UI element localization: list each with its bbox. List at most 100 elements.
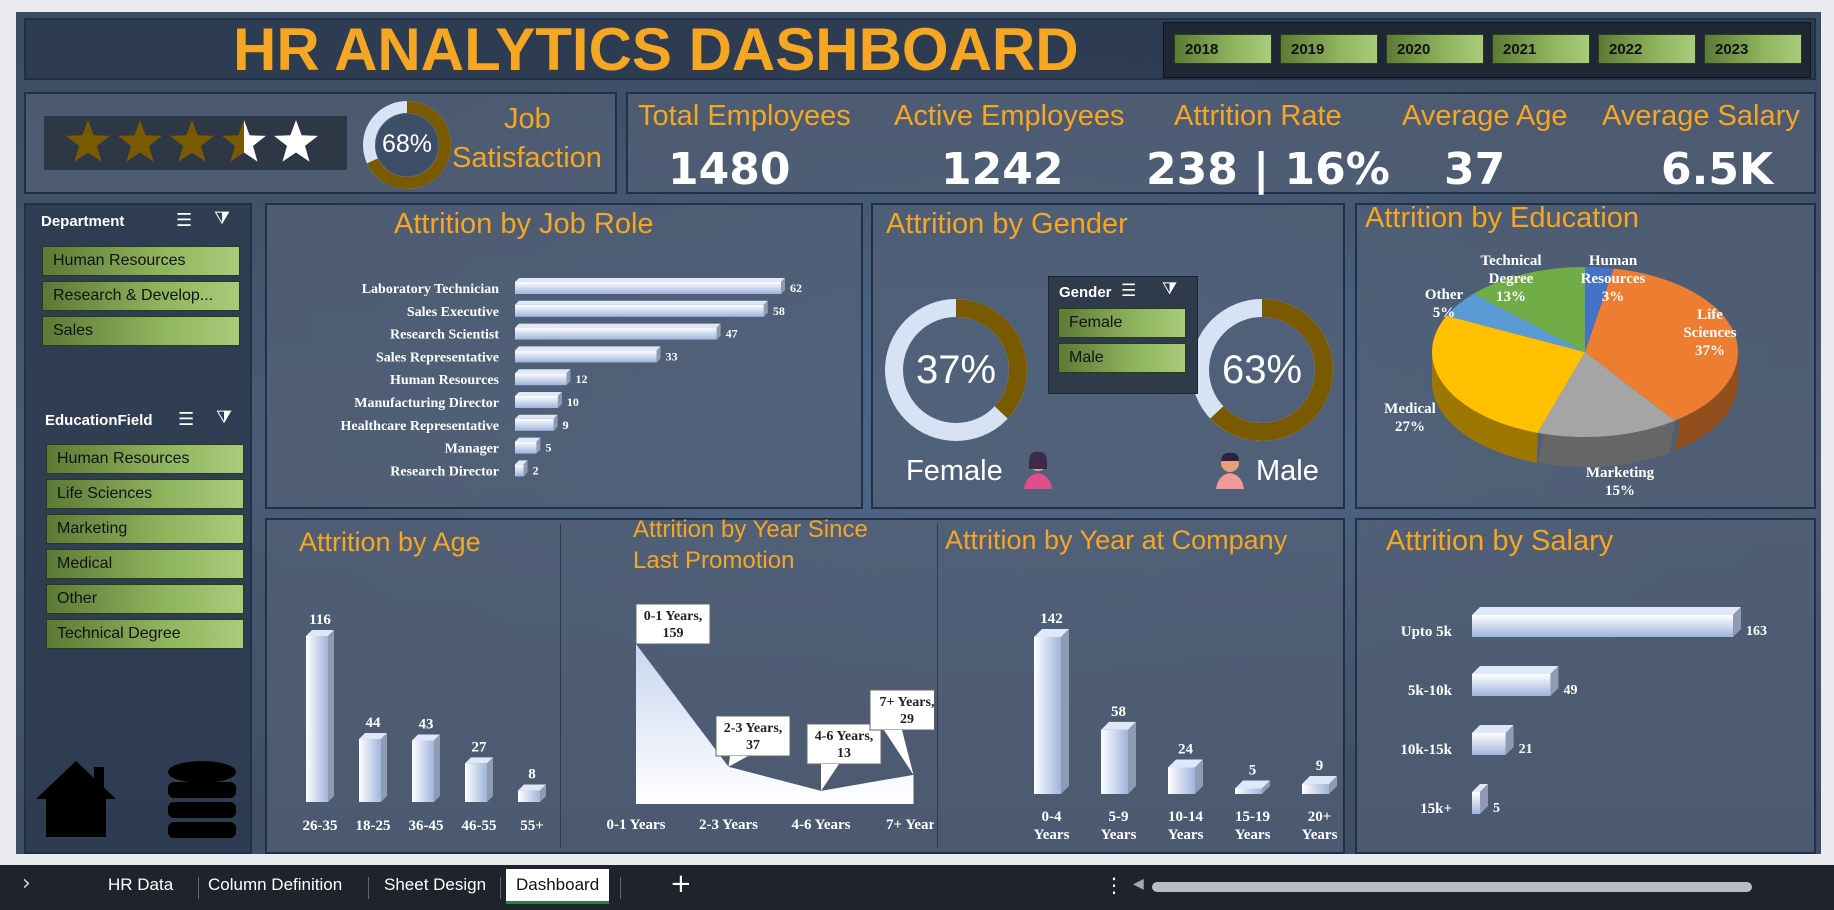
- multi-select-icon[interactable]: ☰: [178, 409, 194, 430]
- education-slicer-item[interactable]: Marketing: [46, 514, 244, 544]
- education-slicer-item[interactable]: Other: [46, 584, 244, 614]
- kpi-value: 6.5K: [1661, 144, 1774, 195]
- data-label: 5: [1493, 801, 1500, 816]
- bar: [1472, 725, 1514, 755]
- kpi-value: 1480: [668, 144, 791, 195]
- svg-text:13: 13: [837, 746, 851, 761]
- svg-text:7+ Years,: 7+ Years,: [880, 695, 934, 710]
- year-button[interactable]: 2018: [1174, 34, 1272, 64]
- category-label: 20+: [1308, 809, 1332, 825]
- multi-select-icon[interactable]: ☰: [176, 210, 192, 231]
- category-label: 10-14: [1168, 809, 1203, 825]
- department-slicer-title: Department: [41, 213, 125, 230]
- bar: [1302, 776, 1337, 794]
- department-slicer-item[interactable]: Sales: [42, 316, 240, 346]
- bar: [1235, 780, 1270, 794]
- data-label: 9: [1316, 758, 1324, 774]
- education-pie-chart: Human Resources 3% Life Sciences 37% Marketing…: [1384, 253, 1738, 499]
- svg-text:0-1 Years,: 0-1 Years,: [644, 609, 703, 624]
- category-label: 4-6 Years: [791, 817, 850, 833]
- sheet-tab[interactable]: Sheet Design: [384, 875, 486, 895]
- category-label: 26-35: [303, 818, 338, 834]
- sheet-tab[interactable]: Column Definition: [208, 875, 342, 895]
- job-role-title: Attrition by Job Role: [394, 208, 654, 240]
- year-button[interactable]: 2020: [1386, 34, 1484, 64]
- bar: [306, 630, 334, 802]
- bar: [465, 757, 493, 802]
- department-slicer-item[interactable]: Human Resources: [42, 246, 240, 276]
- category-label: 55+: [520, 818, 544, 834]
- bar: [515, 323, 721, 340]
- slice-label: Resources: [1581, 271, 1646, 287]
- female-percent: 37%: [915, 348, 997, 392]
- year-button[interactable]: 2019: [1280, 34, 1378, 64]
- slice-label: 5%: [1433, 305, 1456, 321]
- data-label: 58: [773, 304, 785, 318]
- database-icon[interactable]: [166, 760, 238, 840]
- female-avatar-icon: [1024, 451, 1052, 489]
- slice-label: Life: [1697, 307, 1723, 323]
- more-options-icon[interactable]: ⋮: [1104, 873, 1124, 897]
- slice-label: 13%: [1496, 289, 1526, 305]
- male-percent: 63%: [1221, 348, 1303, 392]
- salary-chart: Upto 5k 163 5k-10k 49 10k-15k 21 15k+ 5: [1400, 607, 1767, 817]
- callout: 2-3 Years, 37: [715, 715, 791, 767]
- category-label: Human Resources: [390, 373, 500, 388]
- year-button[interactable]: 2021: [1492, 34, 1590, 64]
- data-label: 24: [1178, 741, 1194, 757]
- slice-label: Marketing: [1586, 465, 1655, 481]
- data-label: 142: [1040, 611, 1063, 627]
- svg-text:29: 29: [900, 712, 914, 727]
- star-rating-graphic: [66, 120, 318, 162]
- home-icon[interactable]: [32, 757, 120, 841]
- tab-separator: [620, 877, 621, 899]
- kpi-label: Total Employees: [638, 100, 851, 132]
- bar: [515, 460, 528, 477]
- category-label: 18-25: [356, 818, 391, 834]
- education-slicer-item[interactable]: Life Sciences: [46, 479, 244, 509]
- divider: [560, 524, 561, 848]
- add-sheet-button[interactable]: +: [670, 869, 692, 899]
- callout: 4-6 Years, 13: [806, 723, 882, 791]
- age-title: Attrition by Age: [299, 527, 481, 557]
- category-label: Years: [1235, 827, 1271, 843]
- filter-clear-icon[interactable]: ⧩: [214, 208, 230, 229]
- promotion-chart: 0-1 Years,1590-1 Years2-3 Years,372-3 Ye…: [606, 603, 934, 833]
- education-slicer-item[interactable]: Technical Degree: [46, 619, 244, 649]
- sheet-tab[interactable]: HR Data: [108, 875, 173, 895]
- job-role-chart: Laboratory Technician 62 Sales Executive 58…: [341, 278, 802, 479]
- filter-clear-icon[interactable]: ⧩: [1162, 279, 1177, 299]
- satisfaction-percent: 68%: [381, 130, 433, 158]
- female-label: Female: [906, 455, 1003, 487]
- category-label: 15-19: [1235, 809, 1270, 825]
- scroll-left-icon[interactable]: ◀: [1133, 876, 1144, 892]
- education-slicer-item[interactable]: Human Resources: [46, 444, 244, 474]
- sheet-tab[interactable]: Dashboard: [506, 869, 610, 904]
- bar: [515, 346, 661, 363]
- data-label: 5: [545, 441, 551, 455]
- bar: [359, 733, 387, 802]
- bar: [515, 369, 571, 386]
- slice-label: Human: [1589, 253, 1638, 269]
- svg-text:2-3 Years,: 2-3 Years,: [724, 721, 783, 736]
- bar: [515, 300, 768, 317]
- year-button[interactable]: 2022: [1598, 34, 1696, 64]
- gender-slicer-item[interactable]: Male: [1058, 343, 1186, 373]
- chevron-right-icon[interactable]: ›: [22, 871, 31, 896]
- company-title: Attrition by Year at Company: [945, 525, 1288, 555]
- bar: [515, 437, 541, 454]
- tab-separator: [198, 877, 199, 899]
- education-slicer-item[interactable]: Medical: [46, 549, 244, 579]
- year-button[interactable]: 2023: [1704, 34, 1802, 64]
- category-label: 7+ Years: [886, 817, 934, 833]
- multi-select-icon[interactable]: ☰: [1121, 281, 1136, 301]
- category-label: 36-45: [409, 818, 444, 834]
- horizontal-scrollbar[interactable]: [1152, 882, 1752, 892]
- slice-label: 37%: [1695, 343, 1725, 359]
- gender-slicer-item[interactable]: Female: [1058, 308, 1186, 338]
- category-label: 0-4: [1042, 809, 1062, 825]
- category-label: Healthcare Representative: [341, 419, 500, 434]
- data-label: 58: [1111, 704, 1126, 720]
- filter-clear-icon[interactable]: ⧩: [216, 407, 232, 428]
- department-slicer-item[interactable]: Research & Develop...: [42, 281, 240, 311]
